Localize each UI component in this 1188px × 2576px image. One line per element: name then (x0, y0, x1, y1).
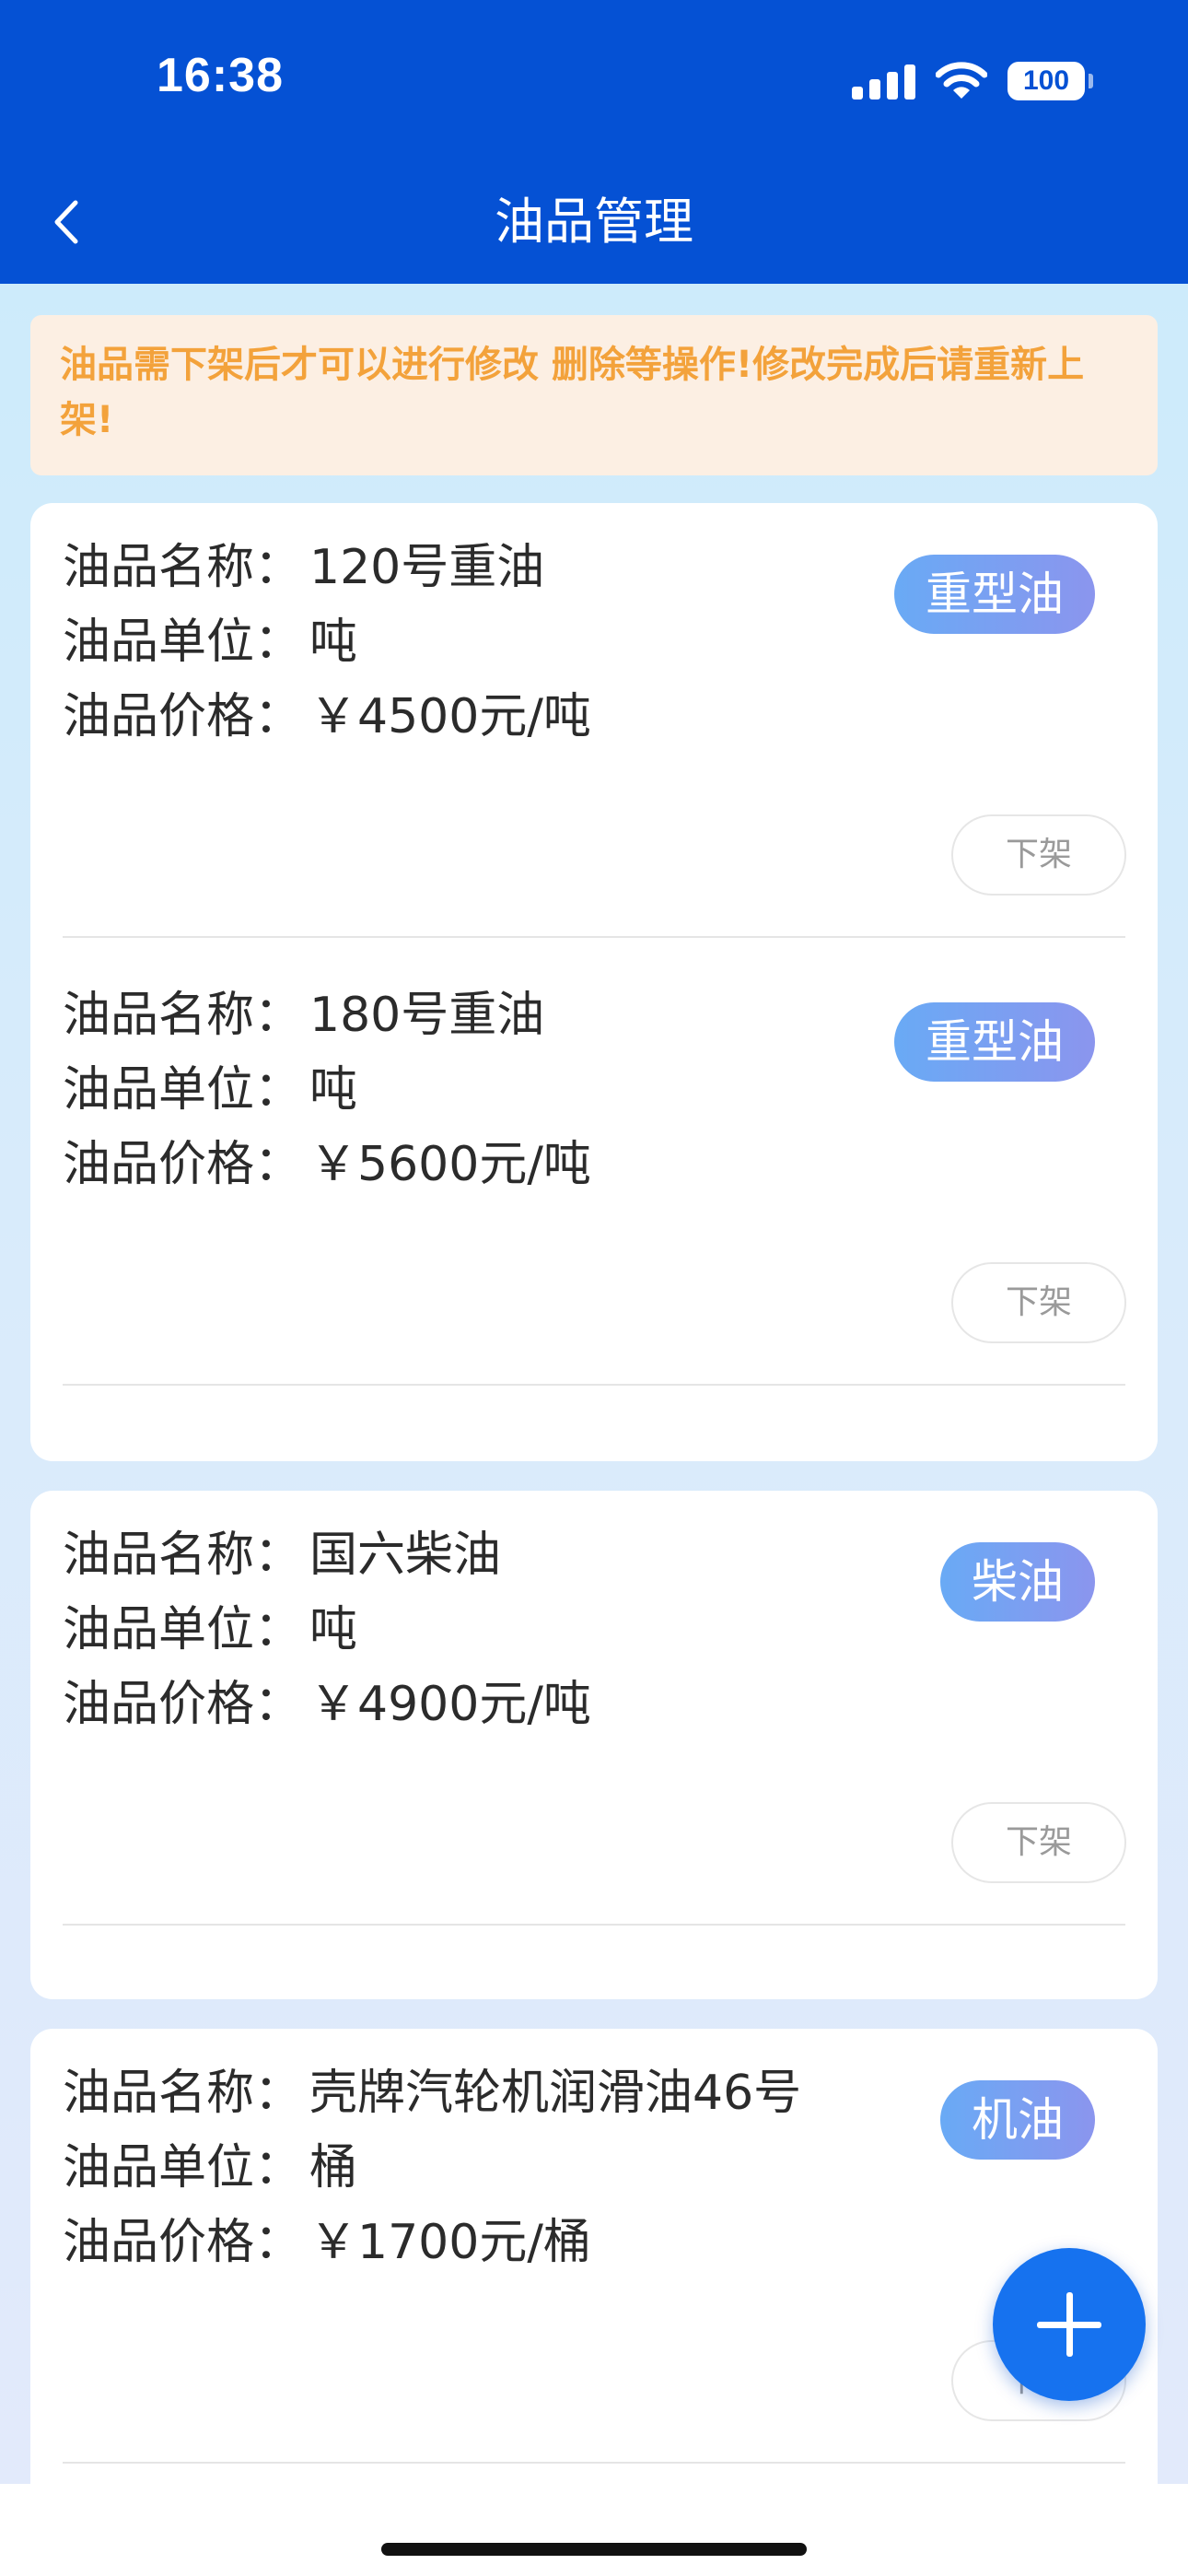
oil-name: 180号重油 (309, 988, 545, 1043)
oil-item: 油品名称： 180号重油 油品单位：吨 油品价格： ￥5600元/吨 重型油 下架 (30, 951, 1158, 1399)
oil-name-row: 油品名称： 180号重油 (63, 978, 591, 1053)
oil-unit: 吨 (309, 1602, 358, 1657)
add-oil-button[interactable] (993, 2248, 1146, 2401)
unit-label: 油品单位： (63, 1602, 303, 1657)
price-label: 油品价格： (63, 1137, 303, 1192)
price-label: 油品价格： (63, 689, 303, 744)
unit-label: 油品单位： (63, 615, 303, 670)
battery-icon: 100 (1007, 62, 1093, 100)
oil-price: ￥4500元/吨 (309, 689, 591, 744)
price-label: 油品价格： (63, 1677, 303, 1732)
bottom-safe-area (0, 2484, 1188, 2576)
home-indicator[interactable] (381, 2543, 807, 2556)
oil-unit: 吨 (309, 615, 358, 670)
oil-price-row: 油品价格： ￥4500元/吨 (63, 680, 591, 755)
divider (63, 1924, 1125, 1926)
oil-type-tag: 重型油 (894, 555, 1095, 634)
oil-list-content[interactable]: 油品需下架后才可以进行修改 删除等操作!修改完成后请重新上架! 油品名称： 120… (0, 284, 1188, 2484)
oil-card: 油品名称： 120号重油 油品单位：吨 油品价格： ￥4500元/吨 重型油 下架 … (30, 503, 1158, 1461)
status-icons: 100 (852, 59, 1093, 103)
oil-unit: 吨 (309, 1062, 358, 1118)
offline-button[interactable]: 下架 (951, 1262, 1126, 1343)
oil-name: 壳牌汽轮机润滑油46号 (309, 2066, 802, 2121)
oil-price: ￥1700元/桶 (309, 2215, 591, 2270)
offline-button[interactable]: 下架 (951, 814, 1126, 896)
oil-item: 油品名称： 壳牌汽轮机润滑油46号 油品单位：桶 油品价格： ￥1700元/桶 机油… (30, 2029, 1158, 2476)
oil-card: 油品名称： 国六柴油 油品单位：吨 油品价格： ￥4900元/吨 柴油 下架 (30, 1491, 1158, 1999)
page-title: 油品管理 (495, 193, 693, 251)
status-time: 16:38 (157, 49, 284, 102)
oil-name-row: 油品名称： 壳牌汽轮机润滑油46号 (63, 2056, 801, 2131)
oil-item: 油品名称： 120号重油 油品单位：吨 油品价格： ￥4500元/吨 重型油 下架 (30, 503, 1158, 951)
name-label: 油品名称： (63, 2066, 303, 2121)
divider (63, 936, 1125, 938)
notice-banner: 油品需下架后才可以进行修改 删除等操作!修改完成后请重新上架! (30, 315, 1158, 475)
oil-type-tag: 柴油 (940, 1542, 1095, 1622)
unit-label: 油品单位： (63, 2140, 303, 2195)
oil-price-row: 油品价格： ￥1700元/桶 (63, 2206, 801, 2280)
oil-unit-row: 油品单位：吨 (63, 1593, 591, 1668)
signal-icon (852, 63, 915, 100)
oil-name-row: 油品名称： 国六柴油 (63, 1518, 591, 1593)
divider (63, 2462, 1125, 2464)
unit-label: 油品单位： (63, 1062, 303, 1118)
oil-price-row: 油品价格： ￥5600元/吨 (63, 1128, 591, 1202)
oil-name: 国六柴油 (309, 1528, 502, 1583)
oil-item: 油品名称： 国六柴油 油品单位：吨 油品价格： ￥4900元/吨 柴油 下架 (30, 1491, 1158, 1938)
app-header: 16:38 100 油品管理 (0, 0, 1188, 284)
oil-type-tag: 机油 (940, 2080, 1095, 2160)
oil-card: 油品名称： 壳牌汽轮机润滑油46号 油品单位：桶 油品价格： ￥1700元/桶 机油… (30, 2029, 1158, 2484)
oil-name-row: 油品名称： 120号重油 (63, 531, 591, 605)
oil-unit-row: 油品单位：吨 (63, 605, 591, 680)
oil-name: 120号重油 (309, 540, 545, 595)
oil-unit-row: 油品单位：桶 (63, 2131, 801, 2206)
name-label: 油品名称： (63, 1528, 303, 1583)
wifi-icon (936, 62, 987, 99)
name-label: 油品名称： (63, 988, 303, 1043)
oil-price: ￥4900元/吨 (309, 1677, 591, 1732)
name-label: 油品名称： (63, 540, 303, 595)
oil-unit-row: 油品单位：吨 (63, 1053, 591, 1128)
divider (63, 1384, 1125, 1386)
offline-button[interactable]: 下架 (951, 1802, 1126, 1883)
price-label: 油品价格： (63, 2215, 303, 2270)
oil-unit: 桶 (309, 2140, 358, 2195)
oil-price-row: 油品价格： ￥4900元/吨 (63, 1668, 591, 1742)
oil-type-tag: 重型油 (894, 1002, 1095, 1082)
oil-price: ￥5600元/吨 (309, 1137, 591, 1192)
